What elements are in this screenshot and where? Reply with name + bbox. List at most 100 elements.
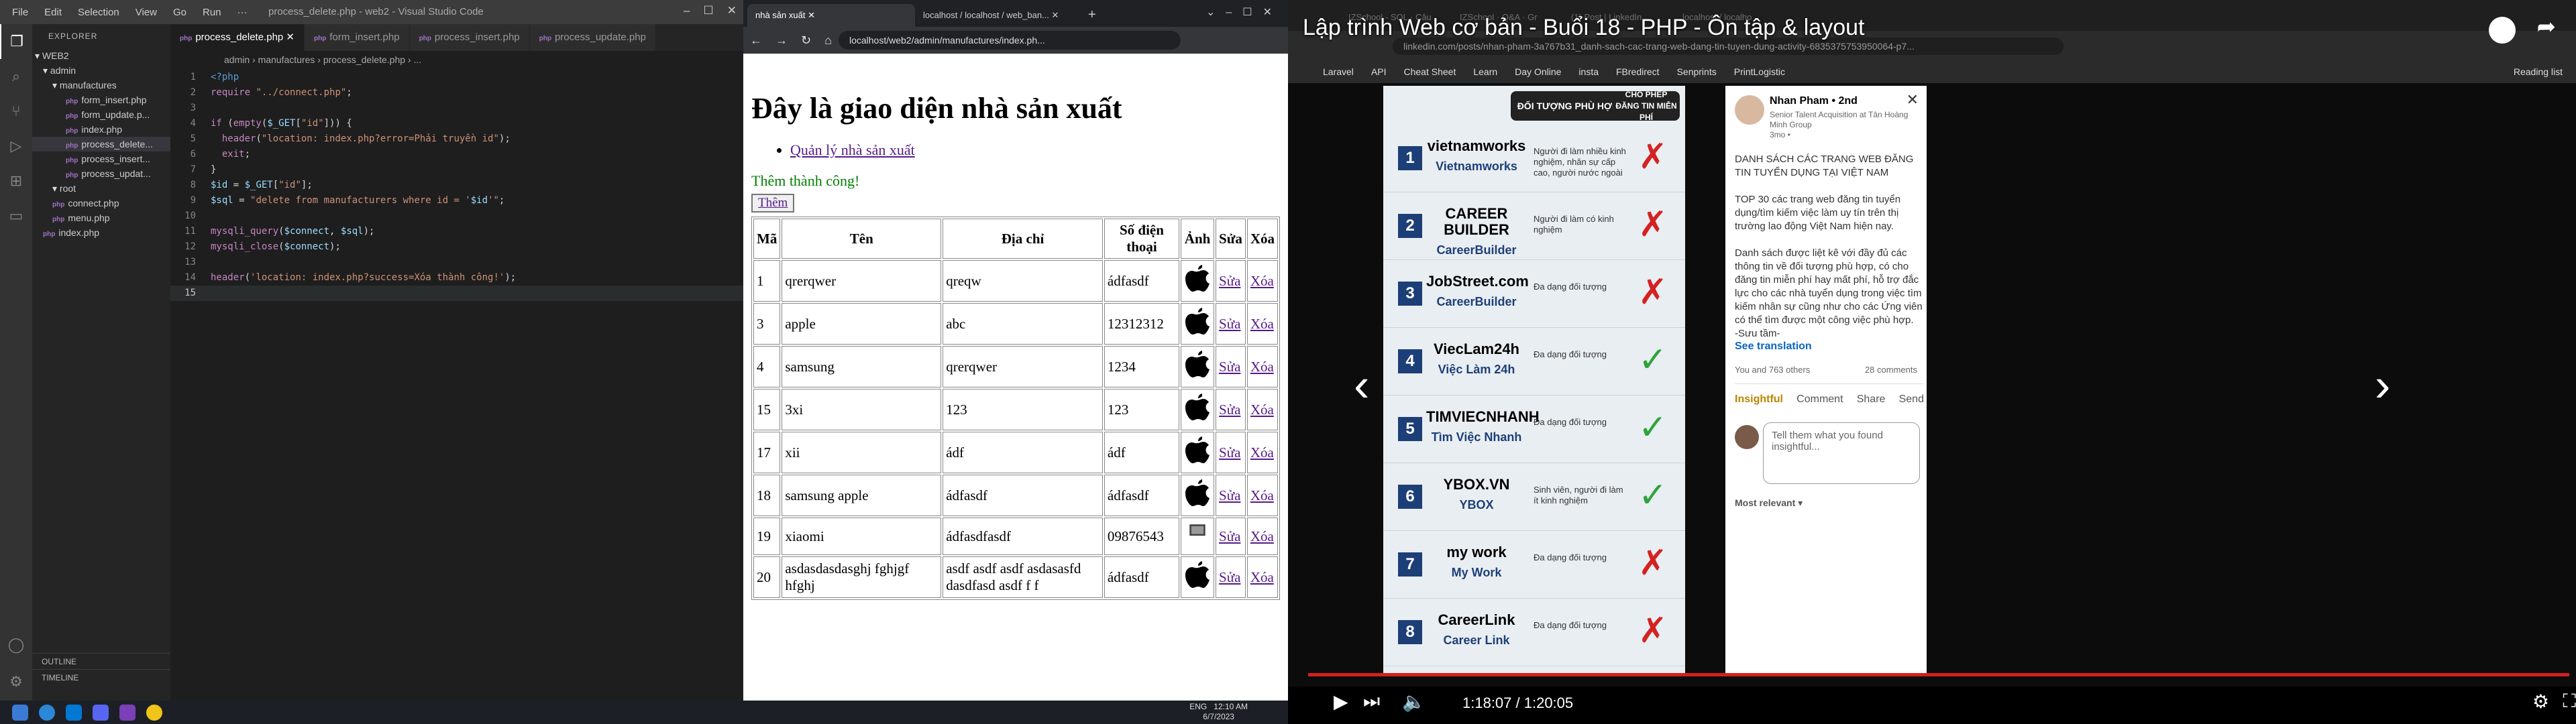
code-line[interactable]: 11 mysqli_query($connect, $sql);: [170, 224, 743, 239]
menu-view[interactable]: View: [127, 7, 165, 18]
tree-folder[interactable]: ▾ admin: [32, 63, 170, 78]
delete-link[interactable]: Xóa: [1250, 273, 1274, 289]
play-icon[interactable]: ▶: [1334, 690, 1348, 713]
menu-more[interactable]: ···: [229, 7, 256, 18]
tab-process-insert[interactable]: php process_insert.php: [409, 24, 530, 51]
code-line[interactable]: 9 $sql = "delete from manufacturers where…: [170, 193, 743, 208]
edit-link[interactable]: Sửa: [1219, 359, 1240, 375]
vscode-taskbar-icon[interactable]: [66, 704, 82, 721]
reload-icon[interactable]: ↻: [794, 34, 818, 48]
edit-link[interactable]: Sửa: [1219, 569, 1240, 585]
delete-link[interactable]: Xóa: [1250, 487, 1274, 503]
settings-gear-icon[interactable]: ⚙: [2532, 690, 2549, 713]
address-bar[interactable]: localhost/web2/admin/manufactures/index.…: [838, 31, 1181, 50]
code-line[interactable]: 14 header('location: index.php?success=Xó…: [170, 270, 743, 286]
code-line[interactable]: 12 mysqli_close($connect);: [170, 239, 743, 255]
delete-link[interactable]: Xóa: [1250, 444, 1274, 461]
edit-link[interactable]: Sửa: [1219, 402, 1240, 418]
code-line[interactable]: 4 if (empty($_GET["id"])) {: [170, 116, 743, 131]
tab-process-update[interactable]: php process_update.php: [529, 24, 656, 51]
bookmarks-bar: Laravel API Cheat Sheet Learn Day Online…: [1288, 60, 2576, 83]
source-control-icon[interactable]: ⑂: [0, 94, 32, 129]
add-button[interactable]: Thêm: [751, 194, 795, 213]
home-icon[interactable]: ⌂: [818, 34, 839, 48]
code-line[interactable]: 7}: [170, 162, 743, 178]
code-line[interactable]: 15: [170, 286, 743, 301]
close-icon[interactable]: ✕: [727, 4, 737, 17]
code-line[interactable]: 1 <?php: [170, 70, 743, 85]
tree-file[interactable]: php connect.php: [32, 196, 170, 210]
extensions-icon[interactable]: ⊞: [0, 164, 32, 198]
code-editor[interactable]: 1 <?php 2 require "../connect.php"; 3 4 if (em…: [170, 70, 743, 301]
volume-icon[interactable]: 🔈: [1402, 690, 1426, 713]
share-icon[interactable]: ➦: [2537, 13, 2557, 40]
minimize-icon[interactable]: –: [684, 4, 690, 17]
remote-explorer-icon[interactable]: ▭: [0, 198, 32, 233]
delete-link[interactable]: Xóa: [1250, 359, 1274, 375]
chrome-icon[interactable]: [146, 704, 162, 721]
clock[interactable]: ENG 12:10 AM 6/7/2023: [1189, 702, 1248, 722]
new-tab-icon[interactable]: +: [1088, 7, 1096, 23]
code-line[interactable]: 3: [170, 101, 743, 116]
tree-file[interactable]: php menu.php: [32, 210, 170, 225]
forward-icon[interactable]: →: [769, 34, 794, 48]
php-file-icon: php: [66, 127, 78, 135]
tree-file[interactable]: php form_insert.php: [32, 93, 170, 107]
tree-folder[interactable]: ▾ manufactures: [32, 78, 170, 93]
menu-go[interactable]: Go: [165, 7, 195, 18]
explorer-icon[interactable]: ❐: [0, 24, 32, 59]
account-icon[interactable]: ◯: [0, 627, 32, 662]
tab-manufacturers[interactable]: nhà sản xuất ✕: [747, 4, 915, 27]
tab-form-insert[interactable]: php form_insert.php: [305, 24, 410, 51]
code-line[interactable]: 10: [170, 208, 743, 224]
tab-phpmyadmin[interactable]: localhost / localhost / web_ban... ✕: [915, 4, 1083, 27]
menu-file[interactable]: File: [4, 7, 36, 18]
tree-file[interactable]: php process_insert...: [32, 152, 170, 166]
maximize-icon[interactable]: ☐: [704, 4, 714, 17]
delete-link[interactable]: Xóa: [1250, 528, 1274, 544]
code-line[interactable]: 6 exit;: [170, 147, 743, 162]
delete-link[interactable]: Xóa: [1250, 569, 1274, 585]
code-line[interactable]: 13: [170, 255, 743, 270]
edit-link[interactable]: Sửa: [1219, 487, 1240, 503]
manage-manufacturers-link[interactable]: Quản lý nhà sản xuất: [790, 141, 915, 158]
search-icon[interactable]: ⌕: [0, 59, 32, 94]
timeline-section[interactable]: TIMELINE: [32, 669, 170, 685]
edit-link[interactable]: Sửa: [1219, 273, 1240, 289]
tree-root[interactable]: ▾ WEB2: [32, 48, 170, 63]
run-debug-icon[interactable]: ▷: [0, 129, 32, 164]
watch-later-icon[interactable]: [2489, 17, 2516, 44]
outline-section[interactable]: OUTLINE: [32, 653, 170, 669]
edit-link[interactable]: Sửa: [1219, 316, 1240, 332]
linkedin-image-viewer: ‹ › ĐỐI TƯỢNG PHÙ HỢP CHO PHÉP ĐĂNG TIN …: [1288, 83, 2576, 686]
start-icon[interactable]: [12, 704, 28, 721]
delete-link[interactable]: Xóa: [1250, 316, 1274, 332]
delete-link[interactable]: Xóa: [1250, 402, 1274, 418]
menu-edit[interactable]: Edit: [36, 7, 70, 18]
tree-file[interactable]: php process_delete...: [32, 137, 170, 152]
video-progress-bar[interactable]: [1308, 673, 2569, 676]
tree-file[interactable]: php process_updat...: [32, 166, 170, 181]
settings-gear-icon[interactable]: ⚙: [0, 664, 32, 699]
success-message: Thêm thành công!: [751, 172, 860, 189]
tree-folder[interactable]: ▾ root: [32, 181, 170, 196]
visual-studio-icon[interactable]: [119, 704, 136, 721]
video-player[interactable]: IZSchool - SQL · Câu IZSchool · Q&A · Gr…: [1288, 0, 2576, 724]
next-icon[interactable]: ⏭: [1363, 690, 1380, 713]
breadcrumb[interactable]: admin › manufactures › process_delete.ph…: [170, 51, 743, 68]
fullscreen-icon[interactable]: ⛶: [2563, 690, 2576, 713]
back-icon[interactable]: ←: [743, 34, 769, 48]
tab-process-delete[interactable]: php process_delete.php ✕: [170, 24, 305, 51]
code-line[interactable]: 2 require "../connect.php";: [170, 85, 743, 101]
edit-link[interactable]: Sửa: [1219, 528, 1240, 544]
discord-icon[interactable]: [93, 704, 109, 721]
edge-icon[interactable]: [39, 704, 55, 721]
tree-file[interactable]: php index.php: [32, 122, 170, 137]
edit-link[interactable]: Sửa: [1219, 444, 1240, 461]
menu-run[interactable]: Run: [195, 7, 229, 18]
tree-file[interactable]: php index.php: [32, 225, 170, 240]
tree-file[interactable]: php form_update.p...: [32, 107, 170, 122]
code-line[interactable]: 8 $id = $_GET["id"];: [170, 178, 743, 193]
code-line[interactable]: 5 header("location: index.php?error=Phải…: [170, 131, 743, 147]
menu-selection[interactable]: Selection: [70, 7, 127, 18]
